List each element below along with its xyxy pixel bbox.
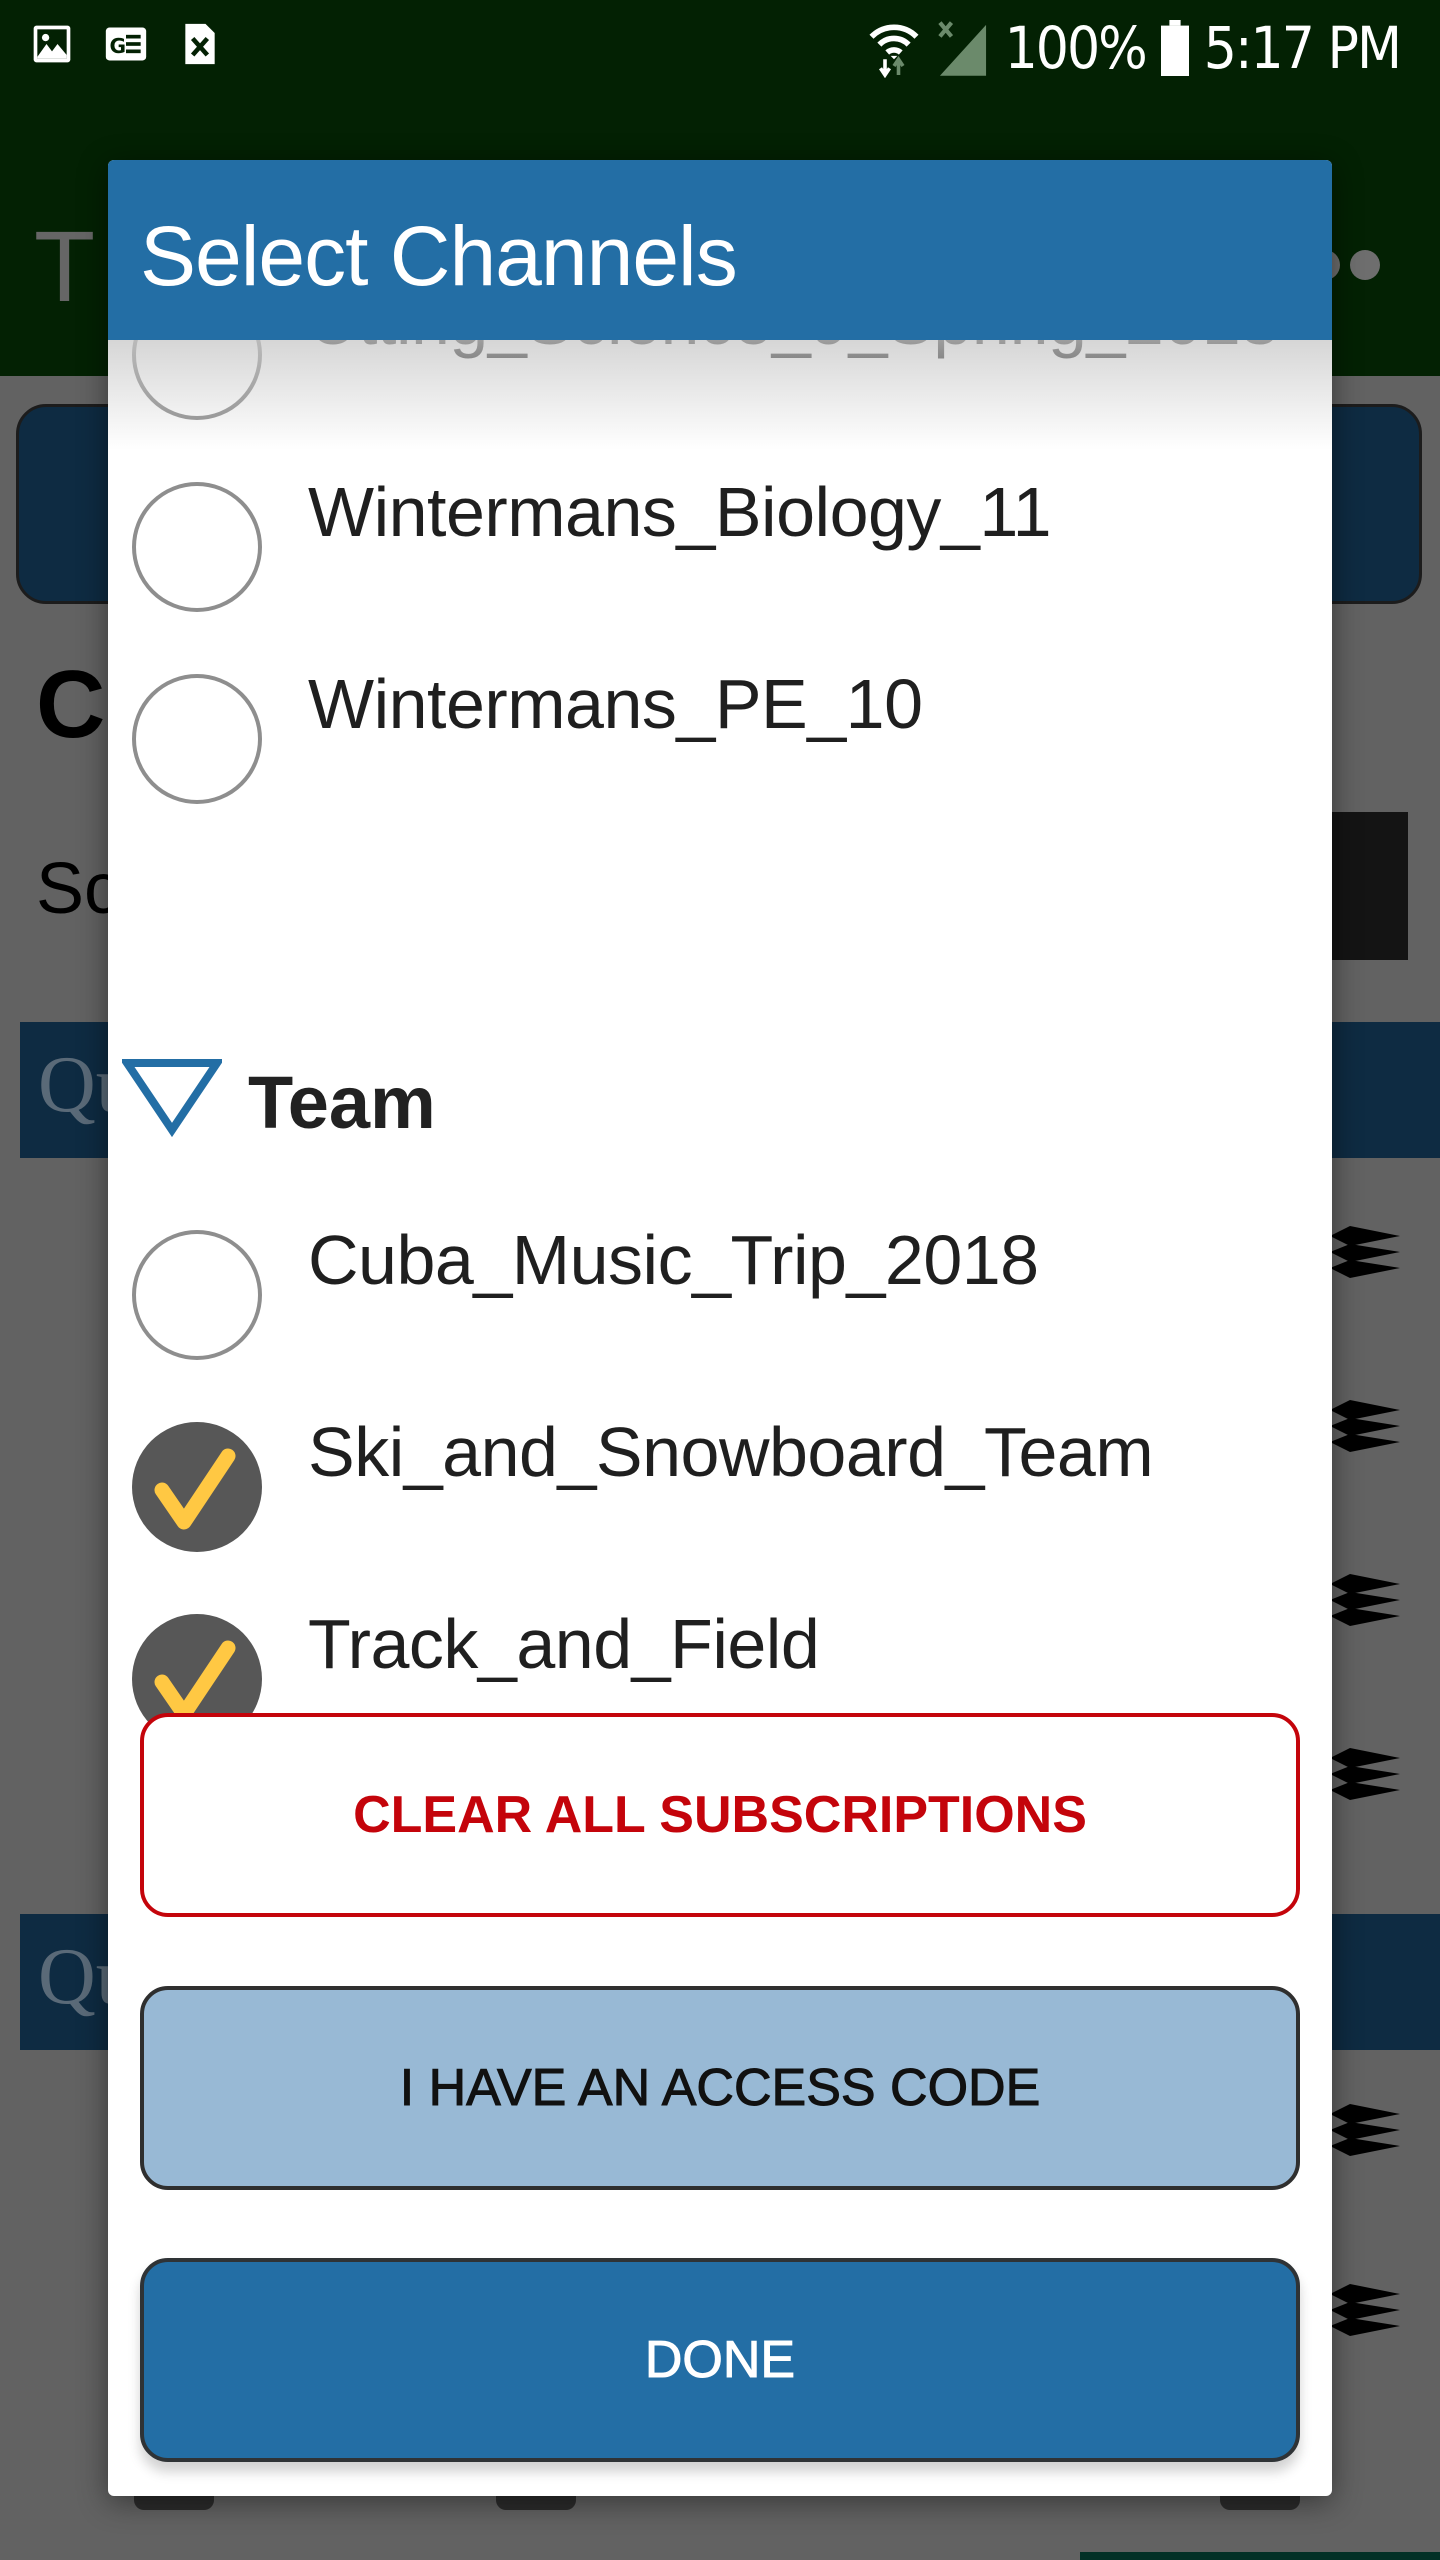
access-code-button[interactable]: I HAVE AN ACCESS CODE <box>140 1986 1300 2190</box>
layers-icon <box>1330 2284 1400 2336</box>
layers-icon <box>1330 1748 1400 1800</box>
svg-text:G: G <box>110 34 127 58</box>
layers-icon <box>1330 1574 1400 1626</box>
channel-checkbox[interactable] <box>132 482 262 612</box>
app-title: T <box>34 211 96 323</box>
layers-icon <box>1330 1226 1400 1278</box>
collapse-triangle-icon[interactable] <box>122 1058 222 1138</box>
channel-item[interactable]: Cuba_Music_Trip_2018 <box>108 1190 1332 1380</box>
channel-list[interactable]: Utting_Science_9_Spring_2018 Wintermans_… <box>108 340 1332 1800</box>
news-icon: G <box>105 27 147 61</box>
channel-item[interactable]: Utting_Science_9_Spring_2018 <box>108 340 1332 440</box>
done-button[interactable]: DONE <box>140 2258 1300 2462</box>
checkmark-icon <box>154 1448 236 1530</box>
no-signal-icon <box>937 21 986 76</box>
channel-item[interactable]: Ski_and_Snowboard_Team <box>108 1382 1332 1572</box>
section-label: Team <box>248 1061 436 1144</box>
excel-file-icon <box>185 23 215 65</box>
channel-item[interactable]: Wintermans_PE_10 <box>108 634 1332 824</box>
channel-label: Cuba_Music_Trip_2018 <box>308 1221 1039 1299</box>
wifi-icon <box>869 24 919 78</box>
dialog-title: Select Channels <box>140 209 738 303</box>
background-heading: C <box>36 651 106 758</box>
image-icon <box>33 25 71 63</box>
channel-label: Utting_Science_9_Spring_2018 <box>308 340 1279 360</box>
channel-checkbox[interactable] <box>132 674 262 804</box>
channel-checkbox[interactable] <box>132 1230 262 1360</box>
status-bar: G 100% 5:17 PM <box>0 0 1440 100</box>
layers-icon <box>1330 2104 1400 2156</box>
channel-checkbox[interactable] <box>132 340 262 420</box>
battery-full-icon <box>1160 20 1189 76</box>
channel-label: Ski_and_Snowboard_Team <box>308 1413 1154 1491</box>
clear-all-subscriptions-button[interactable]: CLEAR ALL SUBSCRIPTIONS <box>140 1713 1300 1917</box>
background-green-bar <box>1080 2552 1440 2560</box>
battery-percent: 100% <box>1004 14 1148 82</box>
layers-icon <box>1330 1400 1400 1452</box>
select-channels-dialog: Select Channels Utting_Science_9_Spring_… <box>108 160 1332 2496</box>
section-header-team[interactable]: Team <box>108 1040 1332 1160</box>
channel-label: Wintermans_PE_10 <box>308 665 923 743</box>
clock: 5:17 PM <box>1203 14 1402 82</box>
channel-item[interactable]: Wintermans_Biology_11 <box>108 442 1332 632</box>
channel-label: Track_and_Field <box>308 1605 820 1683</box>
channel-checkbox-checked[interactable] <box>132 1422 262 1552</box>
dialog-header: Select Channels <box>108 160 1332 340</box>
channel-label: Wintermans_Biology_11 <box>308 473 1052 551</box>
